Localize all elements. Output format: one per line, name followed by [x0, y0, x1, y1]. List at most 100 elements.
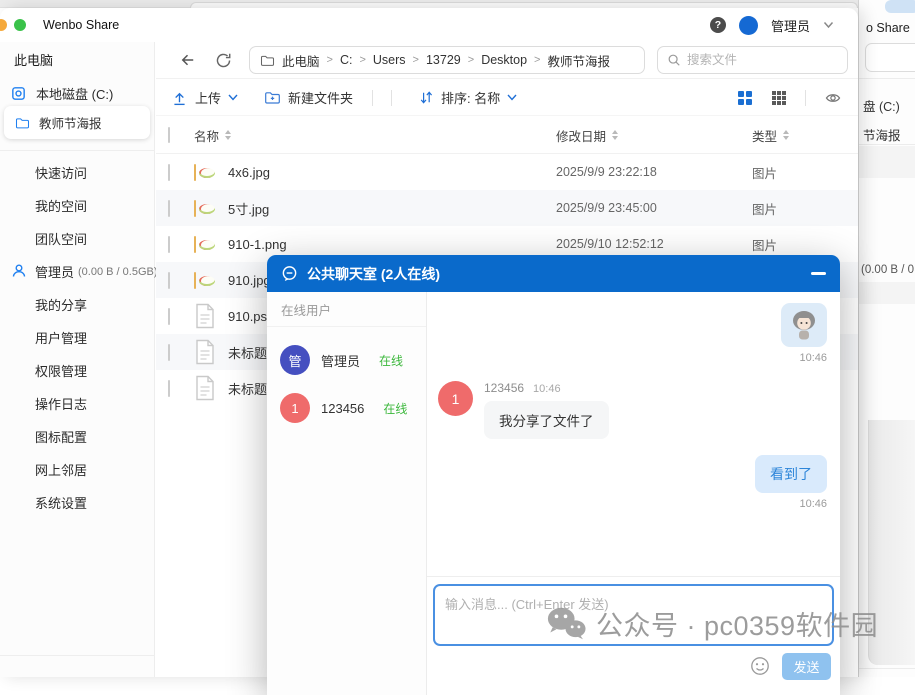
column-header-date[interactable]: 修改日期	[556, 126, 752, 145]
sidebar-item-permission-management[interactable]: 权限管理	[0, 354, 155, 387]
chevron-down-icon	[507, 94, 517, 101]
breadcrumb-segment[interactable]: 此电脑	[282, 51, 320, 70]
table-row[interactable]: 5寸.jpg 2025/9/9 23:45:00 图片	[156, 190, 858, 226]
sidebar-item-team-space[interactable]: 团队空间	[0, 222, 155, 255]
sidebar-item-my-shares[interactable]: 我的分享	[0, 288, 155, 321]
message-list: 10:46 1 123456 10:46 我分享了文件了 看到了 10:46	[427, 292, 840, 576]
window-control-dot-green[interactable]	[14, 19, 26, 31]
sidebar-item-system-settings[interactable]: 系统设置	[0, 486, 155, 519]
row-checkbox[interactable]	[168, 272, 170, 289]
message-bubble: 我分享了文件了	[484, 401, 609, 439]
sticker-bubble[interactable]	[781, 303, 827, 347]
new-folder-button[interactable]: 新建文件夹	[264, 88, 353, 107]
search-icon	[667, 53, 681, 67]
sidebar-item-disk-c[interactable]: 本地磁盘 (C:)	[0, 80, 155, 106]
file-name: 910-1.png	[228, 237, 556, 252]
row-checkbox[interactable]	[168, 308, 170, 325]
search-input[interactable]	[687, 53, 817, 67]
chat-input-area	[427, 576, 840, 649]
row-checkbox[interactable]	[168, 344, 170, 361]
toolbar: 上传 新建文件夹 排序: 名称	[156, 80, 858, 116]
file-type: 图片	[752, 163, 777, 182]
minimize-icon[interactable]	[811, 272, 826, 275]
background-window-button	[885, 0, 915, 13]
user-name: 123456	[321, 401, 364, 416]
table-row[interactable]: 4x6.jpg 2025/9/9 23:22:18 图片	[156, 154, 858, 190]
divider	[0, 655, 155, 656]
sidebar-item-icon-config[interactable]: 图标配置	[0, 420, 155, 453]
refresh-icon[interactable]	[214, 51, 233, 70]
sidebar-item-operation-log[interactable]: 操作日志	[0, 387, 155, 420]
sidebar-item-label: 系统设置	[35, 493, 87, 512]
background-search-box	[865, 43, 915, 72]
message-sender: 123456	[484, 381, 524, 395]
column-header-type[interactable]: 类型	[752, 126, 789, 145]
chat-body: 10:46 1 123456 10:46 我分享了文件了 看到了 10:46	[427, 292, 840, 695]
sidebar-item-folder-selected[interactable]: 教师节海报	[4, 106, 150, 139]
sidebar-item-label: 我的空间	[35, 196, 87, 215]
message-avatar[interactable]: 1	[438, 381, 473, 416]
send-button[interactable]: 发送	[782, 653, 831, 680]
user-avatar: 管	[280, 345, 310, 375]
window-control-dot-orange[interactable]	[0, 19, 7, 31]
file-name: 5寸.jpg	[228, 199, 556, 218]
row-checkbox[interactable]	[168, 164, 170, 181]
row-checkbox[interactable]	[168, 236, 170, 253]
image-thumbnail	[194, 200, 196, 217]
avatar[interactable]	[739, 16, 758, 35]
divider	[0, 150, 155, 151]
outgoing-sticker-message: 10:46	[438, 303, 827, 364]
column-header-name[interactable]: 名称	[194, 126, 556, 145]
online-user-row[interactable]: 管 管理员 在线	[267, 336, 426, 384]
sidebar-item-my-space[interactable]: 我的空间	[0, 189, 155, 222]
user-name: 管理员	[321, 351, 360, 370]
message-timestamp: 10:46	[533, 383, 561, 395]
breadcrumb-bar: 此电脑 > C: > Users > 13729 > Desktop > 教师节…	[156, 42, 858, 79]
user-menu[interactable]: 管理员	[771, 16, 810, 35]
file-icon	[194, 303, 216, 329]
sidebar-item-label: 用户管理	[35, 328, 87, 347]
breadcrumb-segment[interactable]: 13729	[426, 53, 461, 67]
back-icon[interactable]	[178, 50, 198, 70]
sidebar-item-quick-access[interactable]: 快速访问	[0, 156, 155, 189]
sort-button[interactable]: 排序: 名称	[418, 88, 517, 107]
online-users-panel: 在线用户 管 管理员 在线 1 123456 在线	[267, 292, 427, 695]
online-user-row[interactable]: 1 123456 在线	[267, 384, 426, 432]
background-window-title: o Share	[866, 21, 910, 35]
sidebar-item-admin-quota[interactable]: 管理员 (0.00 B / 0.5GB)	[0, 255, 155, 288]
grid-view-icon[interactable]	[737, 90, 753, 106]
search-box[interactable]	[657, 46, 848, 74]
sidebar-item-user-management[interactable]: 用户管理	[0, 321, 155, 354]
chat-title: 公共聊天室 (2人在线)	[307, 264, 440, 284]
sidebar-item-label: 我的分享	[35, 295, 87, 314]
online-users-label: 在线用户	[267, 292, 426, 327]
chevron-down-icon[interactable]	[823, 21, 834, 29]
online-status-badge: 在线	[383, 400, 407, 417]
message-input[interactable]	[433, 584, 834, 646]
breadcrumb-segment[interactable]: Desktop	[481, 53, 527, 67]
incoming-message: 1 123456 10:46 我分享了文件了	[438, 381, 827, 439]
emoji-icon[interactable]	[750, 656, 770, 676]
file-icon	[194, 339, 216, 365]
help-icon[interactable]: ?	[710, 17, 726, 33]
upload-button[interactable]: 上传	[171, 88, 238, 107]
eye-icon[interactable]	[824, 91, 842, 105]
breadcrumb-segment[interactable]: 教师节海报	[547, 51, 610, 70]
breadcrumb-segment[interactable]: C:	[340, 53, 353, 67]
folder-icon	[260, 54, 275, 67]
sidebar-item-label: 网上邻居	[35, 460, 87, 479]
file-icon	[194, 375, 216, 401]
sidebar-item-label: 快速访问	[35, 163, 87, 182]
upload-icon	[171, 89, 188, 107]
dense-grid-view-icon[interactable]	[771, 90, 787, 106]
sidebar-item-network-neighbors[interactable]: 网上邻居	[0, 453, 155, 486]
chat-header[interactable]: 公共聊天室 (2人在线)	[267, 255, 840, 292]
select-all-checkbox[interactable]	[168, 127, 170, 143]
row-checkbox[interactable]	[168, 200, 170, 217]
row-checkbox[interactable]	[168, 380, 170, 397]
chat-footer: 发送	[427, 649, 840, 683]
breadcrumb-segment[interactable]: Users	[373, 53, 406, 67]
breadcrumb[interactable]: 此电脑 > C: > Users > 13729 > Desktop > 教师节…	[249, 46, 645, 74]
message-bubble: 看到了	[755, 455, 827, 493]
sidebar-section-this-pc: 此电脑	[14, 50, 53, 69]
